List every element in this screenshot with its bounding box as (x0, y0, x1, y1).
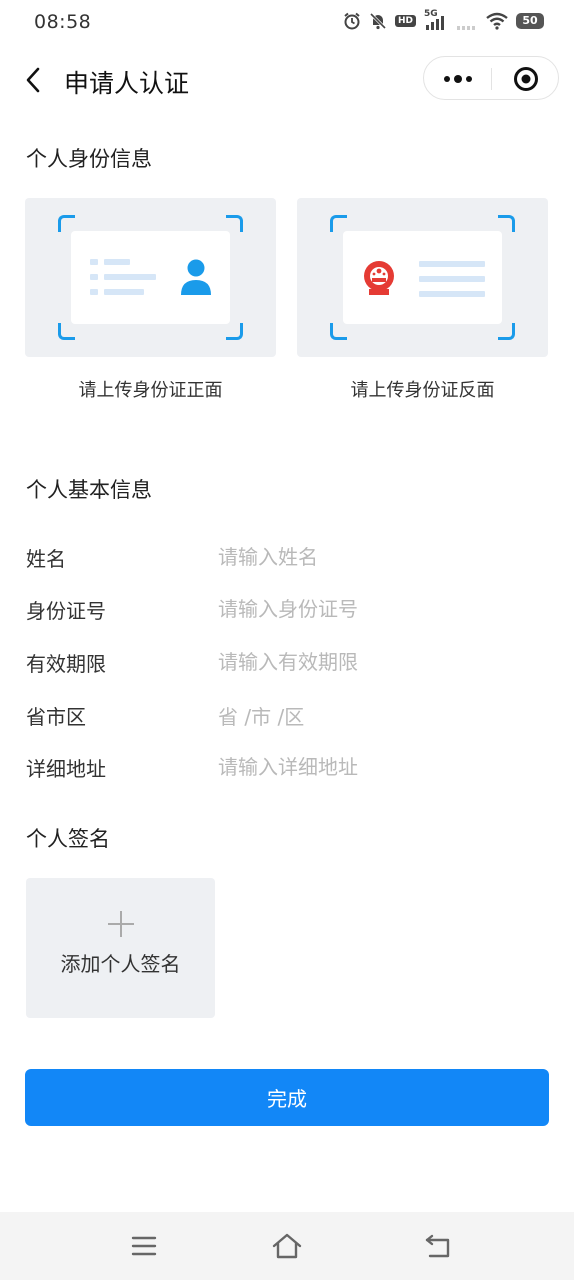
scan-corner (58, 215, 75, 232)
basic-section-title: 个人基本信息 (26, 478, 152, 502)
nav-bar: 申请人认证 (0, 52, 574, 108)
name-row: 姓名 (26, 537, 548, 577)
id-card-illustration (71, 231, 230, 324)
more-dots-icon (453, 75, 462, 83)
menu-icon (131, 1236, 157, 1256)
scan-corner (58, 323, 75, 340)
address-label: 详细地址 (26, 757, 106, 781)
info-line (104, 259, 130, 265)
name-label: 姓名 (26, 547, 66, 571)
mute-bell-icon (369, 12, 387, 30)
national-emblem-icon (364, 261, 394, 295)
scan-corner (330, 215, 347, 232)
validity-row: 有效期限 (26, 642, 548, 682)
identity-section-title: 个人身份信息 (26, 147, 152, 171)
more-dots-icon (443, 76, 450, 82)
info-line (104, 274, 156, 280)
signal-5g-icon: 5G (424, 9, 448, 30)
plus-icon (108, 911, 134, 937)
validity-label: 有效期限 (26, 652, 106, 676)
add-signature-button[interactable]: 添加个人签名 (26, 878, 215, 1018)
id-front-caption: 请上传身份证正面 (78, 380, 223, 401)
system-back-button[interactable] (418, 1228, 458, 1264)
alarm-icon (344, 12, 360, 30)
scan-corner (498, 323, 515, 340)
scan-corner (226, 323, 243, 340)
region-row: 省市区 省 /市 /区 (26, 695, 548, 735)
id-back-upload[interactable] (297, 198, 548, 357)
address-row: 详细地址 (26, 747, 548, 787)
battery-icon: 50 (516, 13, 544, 29)
validity-input[interactable] (218, 642, 548, 682)
id-number-row: 身份证号 (26, 589, 548, 629)
recent-apps-button[interactable] (124, 1228, 164, 1264)
add-signature-label: 添加个人签名 (60, 952, 181, 976)
more-button[interactable] (424, 57, 491, 101)
more-dots-icon (465, 76, 472, 82)
address-input[interactable] (218, 747, 548, 787)
id-back-caption: 请上传身份证反面 (350, 380, 495, 401)
status-time: 08:58 (34, 11, 92, 33)
info-line (419, 291, 485, 297)
close-miniprogram-button[interactable] (492, 57, 559, 101)
scan-corner (330, 323, 347, 340)
region-picker[interactable]: 省 /市 /区 (218, 701, 304, 730)
status-bar: 08:58 HD 5G 50 (0, 0, 574, 46)
wifi-icon (486, 12, 508, 30)
signal-empty-icon (457, 26, 475, 30)
id-number-input[interactable] (218, 589, 548, 629)
mini-program-capsule (423, 56, 559, 100)
info-line (90, 274, 98, 280)
home-icon (272, 1233, 302, 1259)
info-line (104, 289, 144, 295)
scan-corner (498, 215, 515, 232)
scan-corner (226, 215, 243, 232)
info-line (90, 259, 98, 265)
info-line (419, 261, 485, 267)
status-icons: HD 5G 50 (343, 9, 544, 30)
signature-section-title: 个人签名 (26, 827, 110, 851)
return-icon (425, 1234, 450, 1258)
id-card-back-illustration (343, 231, 502, 324)
hd-icon: HD (394, 15, 416, 27)
done-button[interactable]: 完成 (25, 1069, 549, 1126)
page-title: 申请人认证 (64, 69, 190, 98)
name-input[interactable] (218, 537, 548, 577)
home-button[interactable] (267, 1228, 307, 1264)
region-label: 省市区 (26, 705, 86, 729)
info-line (90, 289, 98, 295)
back-button[interactable] (18, 62, 48, 98)
target-circle-icon (513, 67, 538, 91)
person-avatar-icon (181, 259, 211, 295)
id-front-upload[interactable] (25, 198, 276, 357)
id-number-label: 身份证号 (26, 599, 106, 623)
chevron-left-icon (26, 67, 40, 93)
system-nav-bar (0, 1212, 574, 1280)
info-line (419, 276, 485, 282)
